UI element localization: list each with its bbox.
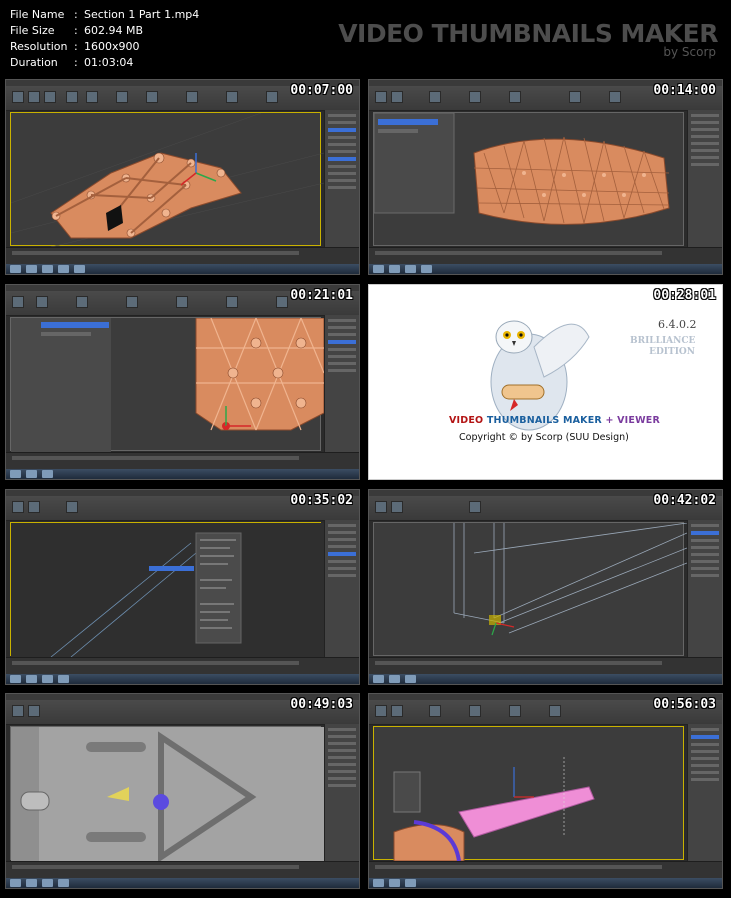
taskbar [6, 674, 359, 684]
scene-render [11, 727, 324, 863]
copyright: Copyright © by Scorp (SUU Design) [459, 432, 629, 443]
taskbar [369, 878, 722, 888]
version-label: 6.4.0.2 [658, 318, 697, 331]
scene-render [453, 522, 688, 636]
info-key: File Name [10, 8, 65, 21]
thumbnail-5[interactable]: 00:35:02 [5, 489, 360, 685]
command-panel[interactable] [324, 724, 359, 862]
timestamp: 00:21:01 [290, 288, 353, 303]
scene-render [393, 757, 595, 862]
timestamp: 00:42:02 [653, 493, 716, 508]
product-name-viewer: VIEWER [617, 415, 660, 426]
timeline[interactable] [6, 861, 359, 878]
splash-screen: 00:28:01 6.4.0.2 BRILLIANCE EDITION VIDE… [368, 284, 723, 480]
taskbar [6, 469, 359, 479]
timeline[interactable] [6, 247, 359, 264]
taskbar [369, 674, 722, 684]
edition-line-1: BRILLIANCE [630, 336, 696, 346]
thumbnail-3[interactable]: 00:21:01 [5, 284, 360, 480]
product-name-video: VIDEO [449, 415, 484, 426]
resolution-row: Resolution:1600x900 [10, 39, 199, 55]
product-name: VIDEO THUMBNAILS MAKER + VIEWER [449, 415, 660, 426]
file-info: File Name: Section 1 Part 1.mp4 File Size… [10, 7, 199, 71]
thumbnail-7[interactable]: 00:49:03 [5, 693, 360, 889]
command-panel[interactable] [324, 520, 359, 658]
info-separator: : [74, 24, 78, 37]
scene-render [373, 112, 670, 225]
duration-value: 01:03:04 [84, 56, 134, 69]
product-name-maker: THUMBNAILS MAKER [486, 415, 602, 426]
timeline[interactable] [6, 452, 359, 469]
viewport[interactable] [10, 726, 324, 863]
file-size-row: File Size:602.94 MB [10, 23, 199, 39]
info-separator: : [74, 56, 78, 69]
edition-label: BRILLIANCE EDITION [630, 336, 695, 358]
timestamp: 00:35:02 [290, 493, 353, 508]
viewport[interactable] [373, 522, 688, 656]
info-key: Resolution [10, 40, 68, 53]
taskbar [6, 264, 359, 274]
viewport[interactable] [10, 317, 325, 452]
scene-render [11, 317, 325, 452]
brand-title: VIDEO THUMBNAILS MAKER [338, 19, 718, 48]
viewport[interactable] [373, 726, 684, 862]
duration-row: Duration:01:03:04 [10, 55, 199, 71]
timestamp: 00:28:01 [653, 288, 716, 303]
file-name-value: Section 1 Part 1.mp4 [84, 8, 200, 21]
timestamp: 00:56:03 [653, 697, 716, 712]
timeline[interactable] [369, 657, 722, 674]
thumbnail-6[interactable]: 00:42:02 [368, 489, 723, 685]
thumbnail-1[interactable]: 00:07:00 [5, 79, 360, 275]
timeline[interactable] [369, 861, 722, 878]
command-panel[interactable] [687, 520, 722, 658]
timestamp: 00:07:00 [290, 83, 353, 98]
info-key: Duration [10, 56, 58, 69]
product-name-plus: + [605, 415, 614, 426]
thumbnail-8[interactable]: 00:56:03 [368, 693, 723, 889]
timeline[interactable] [369, 247, 722, 264]
viewport[interactable] [10, 112, 325, 248]
thumbnail-2[interactable]: 00:14:00 [368, 79, 723, 275]
scene-render [11, 523, 324, 658]
timestamp: 00:14:00 [653, 83, 716, 98]
resolution-value: 1600x900 [84, 40, 140, 53]
command-panel[interactable] [324, 315, 359, 453]
viewport[interactable] [10, 522, 324, 658]
scene-render [10, 112, 325, 248]
taskbar [6, 878, 359, 888]
info-separator: : [74, 40, 78, 53]
edition-line-2: EDITION [649, 347, 695, 357]
command-panel[interactable] [324, 110, 359, 248]
timestamp: 00:49:03 [290, 697, 353, 712]
viewport[interactable] [373, 112, 684, 246]
file-name-row: File Name: Section 1 Part 1.mp4 [10, 7, 199, 23]
timeline[interactable] [6, 657, 359, 674]
file-size-value: 602.94 MB [84, 24, 144, 37]
taskbar [369, 264, 722, 274]
command-panel[interactable] [687, 110, 722, 248]
info-separator: : [74, 8, 78, 21]
brand-watermark: VIDEO THUMBNAILS MAKER by Scorp [338, 19, 718, 60]
command-panel[interactable] [687, 724, 722, 862]
info-key: File Size [10, 24, 55, 37]
